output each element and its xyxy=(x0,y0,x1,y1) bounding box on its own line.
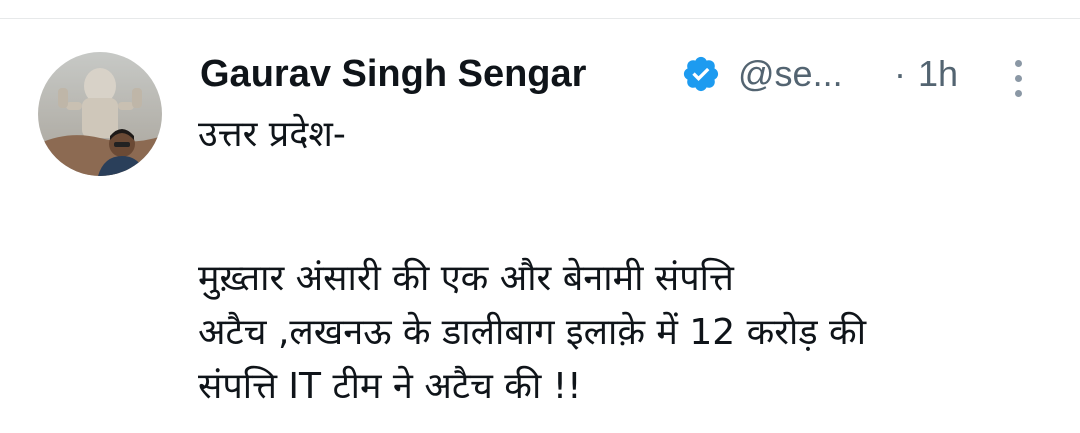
verified-badge-icon xyxy=(683,56,719,92)
tweet-timestamp[interactable]: 1h xyxy=(918,46,958,102)
tweet-header: Gaurav Singh Sengar @se... · 1h xyxy=(200,46,1040,102)
avatar-photo-icon xyxy=(38,52,162,176)
tweet-text: उत्तर प्रदेश- मुख़्तार अंसारी की एक और ब… xyxy=(198,108,1058,414)
author-handle[interactable]: @se... xyxy=(738,46,843,102)
author-display-name[interactable]: Gaurav Singh Sengar xyxy=(200,46,586,102)
tweet-text-heading: उत्तर प्रदेश- xyxy=(198,114,346,155)
divider xyxy=(0,18,1080,19)
more-vertical-icon xyxy=(1015,60,1022,67)
more-vertical-icon xyxy=(1015,75,1022,82)
more-vertical-icon xyxy=(1015,90,1022,97)
separator-dot: · xyxy=(894,53,906,94)
more-options-button[interactable] xyxy=(999,56,1039,100)
tweet-text-paragraph: मुख़्तार अंसारी की एक और बेनामी संपत्ति … xyxy=(198,258,867,407)
avatar[interactable] xyxy=(38,52,162,176)
